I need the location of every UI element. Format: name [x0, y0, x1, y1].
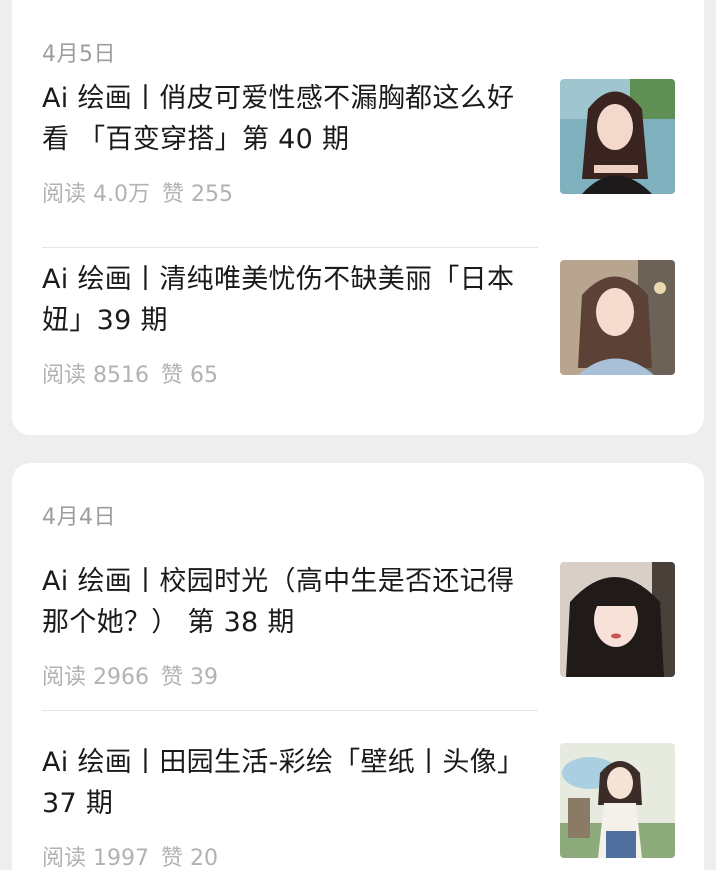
read-count: 阅读 2966	[42, 665, 149, 690]
article-item[interactable]: Ai 绘画丨田园生活-彩绘「壁纸丨头像」37 期 阅读 1997 赞 20	[42, 742, 705, 870]
article-thumbnail[interactable]	[560, 260, 675, 375]
article-stats: 阅读 8516 赞 65	[42, 357, 218, 389]
like-count: 赞 65	[160, 363, 218, 388]
article-title[interactable]: Ai 绘画丨田园生活-彩绘「壁纸丨头像」37 期	[42, 742, 537, 824]
article-thumbnail[interactable]	[560, 79, 675, 194]
like-count: 赞 20	[160, 846, 218, 870]
portrait-thumbnail-image	[560, 562, 675, 677]
like-count: 赞 39	[160, 665, 218, 690]
illustration-thumbnail-image	[560, 743, 675, 858]
article-title[interactable]: Ai 绘画丨校园时光（高中生是否还记得那个她？） 第 38 期	[42, 561, 537, 643]
article-feed: 4月5日 Ai 绘画丨俏皮可爱性感不漏胸都这么好看 「百变穿搭」第 40 期 阅…	[0, 0, 716, 870]
read-count: 阅读 8516	[42, 363, 149, 388]
article-thumbnail[interactable]	[560, 743, 675, 858]
date-group-card: 4月4日 Ai 绘画丨校园时光（高中生是否还记得那个她？） 第 38 期 阅读 …	[12, 463, 704, 870]
article-item[interactable]: Ai 绘画丨校园时光（高中生是否还记得那个她？） 第 38 期 阅读 2966 赞…	[42, 561, 705, 721]
date-header: 4月4日	[42, 505, 116, 530]
article-title[interactable]: Ai 绘画丨清纯唯美忧伤不缺美丽「日本妞」39 期	[42, 259, 537, 341]
article-stats: 阅读 4.0万赞 255	[42, 176, 233, 208]
portrait-thumbnail-image	[560, 260, 675, 375]
article-divider	[42, 710, 538, 711]
like-count: 赞 255	[161, 182, 233, 207]
article-item[interactable]: Ai 绘画丨俏皮可爱性感不漏胸都这么好看 「百变穿搭」第 40 期 阅读 4.0…	[42, 78, 705, 238]
article-item[interactable]: Ai 绘画丨清纯唯美忧伤不缺美丽「日本妞」39 期 阅读 8516 赞 65	[42, 259, 705, 419]
portrait-thumbnail-image	[560, 79, 675, 194]
article-divider	[42, 247, 538, 248]
article-stats: 阅读 1997 赞 20	[42, 840, 218, 870]
read-count: 阅读 4.0万	[42, 182, 150, 207]
article-stats: 阅读 2966 赞 39	[42, 659, 218, 691]
date-header: 4月5日	[42, 42, 116, 67]
date-group-card: 4月5日 Ai 绘画丨俏皮可爱性感不漏胸都这么好看 「百变穿搭」第 40 期 阅…	[12, 0, 704, 435]
article-thumbnail[interactable]	[560, 562, 675, 677]
article-title[interactable]: Ai 绘画丨俏皮可爱性感不漏胸都这么好看 「百变穿搭」第 40 期	[42, 78, 537, 160]
read-count: 阅读 1997	[42, 846, 149, 870]
